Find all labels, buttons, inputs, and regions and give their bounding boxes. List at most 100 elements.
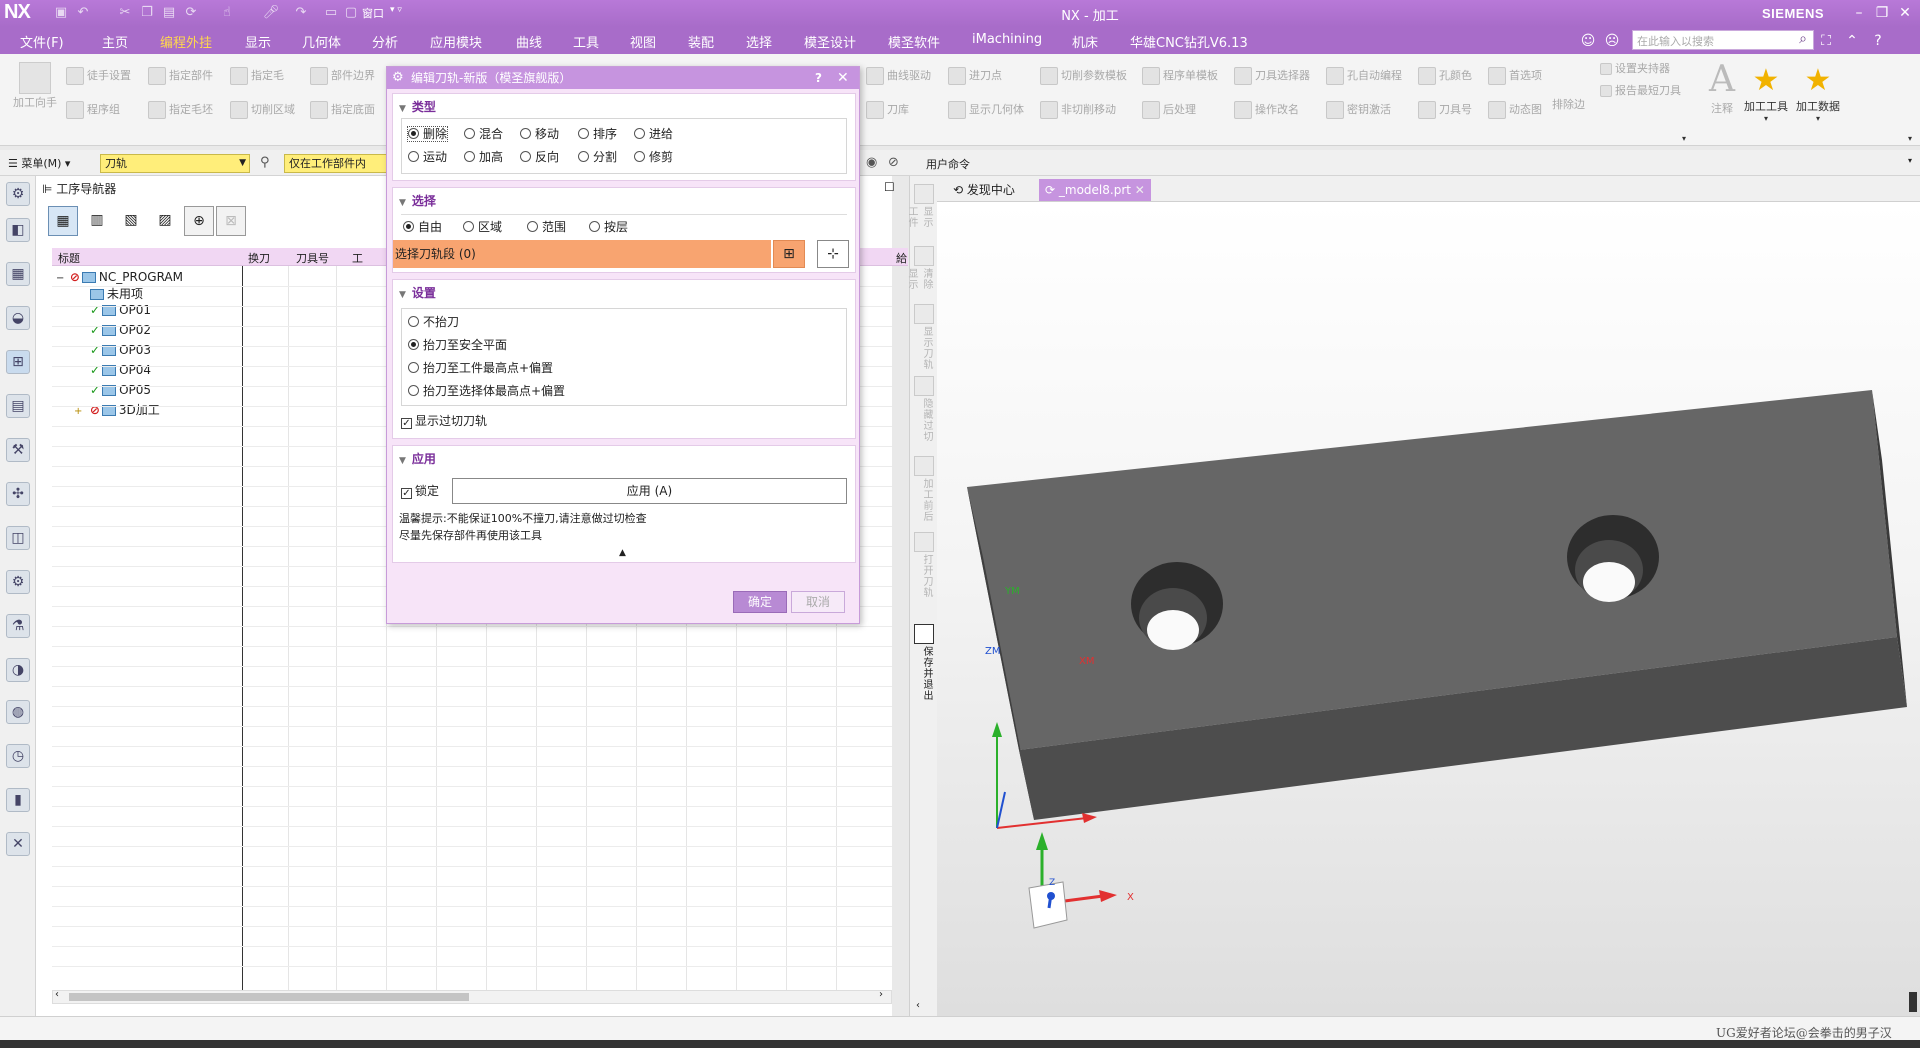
radio-feed[interactable]: 进给 — [634, 127, 673, 141]
ribbon-part-boundary[interactable]: 部件边界 — [310, 65, 375, 87]
ribbon-rename-op[interactable]: 操作改名 — [1234, 99, 1299, 121]
machine-tool-icon[interactable]: ⚙ — [6, 182, 30, 206]
expand-icon[interactable]: + — [74, 402, 86, 422]
palette-icon[interactable]: ▮ — [6, 788, 30, 812]
ribbon-hole-auto[interactable]: 孔自动编程 — [1326, 65, 1402, 87]
tree-row-op02[interactable]: ✓ OP02 — [90, 320, 151, 340]
radio-split[interactable]: 分割 — [578, 150, 617, 164]
strip-open-toolpath[interactable]: 打开刀轨 — [914, 554, 934, 624]
strip-show-part[interactable]: 显示工件 — [906, 206, 934, 236]
tab-discovery-center[interactable]: ⟲ 发现中心 — [947, 179, 1021, 201]
radio-move[interactable]: 移动 — [520, 127, 559, 141]
close-icon[interactable]: ✕ — [837, 67, 849, 89]
web-browser-icon[interactable]: ◍ — [6, 700, 30, 724]
tab-mold-software[interactable]: 模圣软件 — [888, 32, 940, 51]
tab-select[interactable]: 选择 — [746, 32, 772, 51]
tab-imachining[interactable]: iMachining — [972, 32, 1042, 47]
open-toolpath-icon[interactable] — [914, 532, 934, 552]
machine-tool-view-button[interactable]: ▥ — [82, 206, 112, 236]
tab-geometry[interactable]: 几何体 — [302, 32, 341, 51]
tab-curve[interactable]: 曲线 — [516, 32, 542, 51]
radio-retract-safe-plane[interactable]: 抬刀至安全平面 — [408, 338, 507, 352]
filter-icon[interactable]: ⚲ — [260, 155, 270, 170]
show-part-icon[interactable] — [914, 184, 934, 204]
clear-display-icon[interactable] — [914, 246, 934, 266]
tree-row-op01[interactable]: ✓ OP01 — [90, 300, 151, 320]
hide-gouge-icon[interactable] — [914, 376, 934, 396]
radio-no-retract[interactable]: 不抬刀 — [408, 315, 459, 329]
add-selection-icon[interactable]: ⊞ — [773, 240, 805, 268]
ok-button[interactable]: 确定 — [733, 591, 787, 613]
ribbon-specify-part[interactable]: 指定部件 — [148, 65, 213, 87]
viewport-scroll-handle[interactable] — [1909, 992, 1917, 1012]
restore-button[interactable]: ❐ — [1871, 3, 1893, 23]
ribbon-non-cutting[interactable]: 非切削移动 — [1040, 99, 1116, 121]
radio-trim[interactable]: 修剪 — [634, 150, 673, 164]
type-section-header[interactable]: ▼ 类型 — [399, 98, 436, 115]
roles-icon[interactable]: ◑ — [6, 658, 30, 682]
ribbon-dynamic-chart[interactable]: 动态图 — [1488, 99, 1542, 121]
ribbon-preferences[interactable]: 首选项 — [1488, 65, 1542, 87]
graphics-viewport[interactable]: YM XM ZM X Z — [937, 202, 1920, 1016]
ribbon-cut-param-template[interactable]: 切削参数模板 — [1040, 65, 1127, 87]
save-exit-icon[interactable] — [914, 624, 934, 644]
part-navigator-icon[interactable]: ◧ — [6, 218, 30, 242]
tree-row-op04[interactable]: ✓ OP04 — [90, 360, 151, 380]
tab-display[interactable]: 显示 — [245, 32, 271, 51]
ribbon-curve-drive[interactable]: 曲线驱动 — [866, 65, 931, 87]
close-tab-icon[interactable]: ✕ — [1135, 183, 1145, 197]
radio-by-layer[interactable]: 按层 — [589, 220, 628, 234]
scroll-left-icon[interactable]: ‹ — [55, 989, 59, 1000]
hide-icon[interactable]: ⊘ — [888, 155, 899, 170]
tab-model8-prt[interactable]: ⟳ _model8.prt ✕ — [1039, 179, 1151, 201]
method-view-button[interactable]: ▨ — [150, 206, 180, 236]
machining-wizard-button[interactable]: 加工向手 — [12, 62, 58, 110]
tab-mold-design[interactable]: 模圣设计 — [804, 32, 856, 51]
tab-application[interactable]: 应用模块 — [430, 32, 482, 51]
radio-free[interactable]: 自由 — [403, 220, 442, 234]
reuse-library-icon[interactable]: ◫ — [6, 526, 30, 550]
tab-home[interactable]: 主页 — [102, 32, 128, 51]
show-toolpath-icon[interactable] — [914, 304, 934, 324]
ribbon-set-holder[interactable]: 设置夹持器 — [1600, 58, 1670, 80]
strip-clear-display[interactable]: 清除显示 — [906, 268, 934, 298]
ribbon-specify-blank[interactable]: 指定毛 — [230, 65, 284, 87]
geometry-view-button[interactable]: ▧ — [116, 206, 146, 236]
ribbon-sheet-template[interactable]: 程序单模板 — [1142, 65, 1218, 87]
radio-raise[interactable]: 加高 — [464, 150, 503, 164]
ribbon-entry-point[interactable]: 进刀点 — [948, 65, 1002, 87]
ribbon-postprocess[interactable]: 后处理 — [1142, 99, 1196, 121]
history-icon[interactable]: ◷ — [6, 744, 30, 768]
strip-save-exit[interactable]: 保存并退出 — [914, 646, 934, 716]
before-after-icon[interactable] — [914, 456, 934, 476]
search-input[interactable]: 在此输入以搜索 — [1632, 30, 1814, 50]
tab-programming-plugin[interactable]: 编程外挂 — [160, 32, 212, 51]
create-operation-button[interactable]: ⊕ — [184, 206, 214, 236]
kinematics-icon[interactable]: ✣ — [6, 482, 30, 506]
tools-icon[interactable]: ✕ — [6, 832, 30, 856]
operation-navigator-icon[interactable]: ⊞ — [6, 350, 30, 374]
help-icon[interactable]: ? — [1868, 31, 1888, 51]
radio-delete[interactable]: 删除 — [406, 126, 449, 142]
horizontal-scrollbar[interactable]: ‹ › — [52, 989, 892, 1004]
tab-cnc-drilling[interactable]: 华雄CNC钻孔V6.13 — [1130, 32, 1248, 51]
radio-blend[interactable]: 混合 — [464, 127, 503, 141]
ribbon-show-geometry[interactable]: 显示几何体 — [948, 99, 1024, 121]
tool-library-icon[interactable]: ⚗ — [6, 614, 30, 638]
scrollbar-thumb[interactable] — [69, 993, 469, 1001]
collapse-ribbon-icon[interactable]: ⌃ — [1842, 31, 1862, 51]
ribbon-exclude-edge[interactable]: 排除边 — [1552, 94, 1585, 116]
ribbon-quick-setup[interactable]: 徒手设置 — [66, 65, 131, 87]
ribbon-program-group[interactable]: 程序组 — [66, 99, 120, 121]
ribbon-cut-area[interactable]: 切削区域 — [230, 99, 295, 121]
apply-button[interactable]: 应用 (A) — [452, 478, 847, 504]
select-tool-icon[interactable]: ⊹ — [817, 240, 849, 268]
ribbon-tool-selector[interactable]: 刀具选择器 — [1234, 65, 1310, 87]
tree-row-op05[interactable]: ✓ OP05 — [90, 380, 151, 400]
lock-checkbox[interactable]: ✓ 锁定 — [401, 484, 439, 499]
scroll-right-icon[interactable]: › — [879, 989, 883, 1000]
maximize-icon[interactable]: ☐ — [884, 180, 895, 194]
help-icon[interactable]: ? — [815, 67, 822, 89]
select-section-header[interactable]: ▼ 选择 — [399, 192, 436, 209]
minimize-button[interactable]: – — [1848, 3, 1870, 23]
